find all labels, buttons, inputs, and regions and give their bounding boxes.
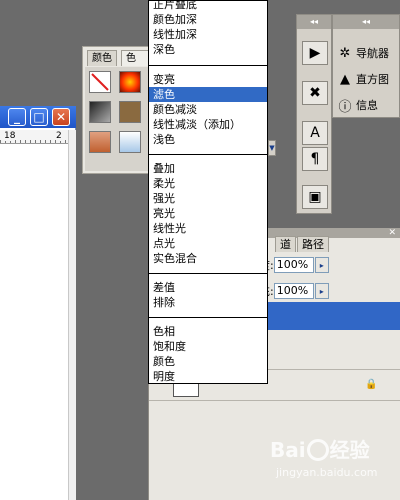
menu-item-pin-light[interactable]: 点光 xyxy=(149,236,267,251)
menu-separator xyxy=(149,273,267,274)
fill-arrow-icon[interactable]: ▸ xyxy=(314,283,329,299)
swatch-item[interactable] xyxy=(89,101,111,123)
document-canvas[interactable] xyxy=(0,145,68,500)
opacity-arrow-icon[interactable]: ▸ xyxy=(314,257,329,273)
menu-item-screen[interactable]: 滤色 xyxy=(149,87,267,102)
menu-item-vivid-light[interactable]: 亮光 xyxy=(149,206,267,221)
paw-icon xyxy=(306,439,329,461)
menu-item-luminosity[interactable]: 明度 xyxy=(149,369,267,384)
opacity-row: 度: 100% ▸ xyxy=(259,256,329,274)
dock-button-layer-comps[interactable]: ▣ xyxy=(302,185,328,209)
fill-row: 充: 100% ▸ xyxy=(259,282,329,300)
menu-item-exclusion[interactable]: 排除 xyxy=(149,295,267,310)
ruler-number: 2 xyxy=(56,131,62,141)
close-icon[interactable]: ✕ xyxy=(388,228,396,238)
restore-button[interactable]: □ xyxy=(30,108,48,126)
menu-item-lighter-color[interactable]: 浅色 xyxy=(149,132,267,147)
ruler-number: 18 xyxy=(4,131,16,141)
text-icon: A xyxy=(310,125,320,141)
no-color-icon xyxy=(91,73,109,91)
panel-dock: ◂◂ ▶ ✖ A ¶ ▣ xyxy=(296,14,332,214)
minimize-button[interactable]: _ xyxy=(8,108,26,126)
menu-item-linear-dodge[interactable]: 线性减淡（添加） xyxy=(149,117,267,132)
nav-item-label: 信息 xyxy=(356,99,378,112)
menu-item-overlay[interactable]: 叠加 xyxy=(149,161,267,176)
nav-item-label: 直方图 xyxy=(356,73,389,86)
menu-item-color-burn[interactable]: 颜色加深 xyxy=(149,12,267,27)
nav-item-info[interactable]: ⓘ 信息 xyxy=(337,93,378,117)
document-window: _ □ ✕ 18 2 xyxy=(0,106,76,500)
swatch-item[interactable] xyxy=(119,71,141,93)
minimize-icon: _ xyxy=(14,110,20,124)
menu-item-linear-burn[interactable]: 线性加深 xyxy=(149,27,267,42)
menu-separator xyxy=(149,65,267,66)
tab-color[interactable]: 颜色 xyxy=(87,50,117,66)
fill-field[interactable]: 100% xyxy=(273,283,314,299)
nav-item-histogram[interactable]: ▲ 直方图 xyxy=(337,67,389,91)
swatch-panel: 颜色 色板 xyxy=(82,46,150,174)
dock-button-actions[interactable]: ▶ xyxy=(302,41,328,65)
restore-icon: □ xyxy=(33,110,45,124)
close-button[interactable]: ✕ xyxy=(52,108,70,126)
menu-item-multiply[interactable]: 正片叠底 xyxy=(149,0,267,12)
tab-channels[interactable]: 道 xyxy=(275,236,296,252)
swatch-item[interactable] xyxy=(119,101,141,123)
dock-button-paragraph[interactable]: ¶ xyxy=(302,147,328,171)
nav-item-navigator[interactable]: ✲ 导航器 xyxy=(337,41,389,65)
menu-item-hue[interactable]: 色相 xyxy=(149,324,267,339)
info-icon: ⓘ xyxy=(338,99,352,115)
opacity-field[interactable]: 100% xyxy=(273,257,314,273)
nav-panel-header[interactable]: ◂◂ xyxy=(333,15,399,29)
baidu-watermark: Bai 经验 xyxy=(270,434,370,463)
menu-separator xyxy=(149,317,267,318)
nav-item-label: 导航器 xyxy=(356,47,389,60)
dock-header[interactable]: ◂◂ xyxy=(297,15,331,29)
navigator-icon: ✲ xyxy=(339,45,351,61)
menu-item-hard-mix[interactable]: 实色混合 xyxy=(149,251,267,266)
menu-item-color-dodge[interactable]: 颜色减淡 xyxy=(149,102,267,117)
close-icon: ✕ xyxy=(55,110,67,124)
document-scrollbar[interactable] xyxy=(68,130,76,500)
tab-swatches[interactable]: 色板 xyxy=(121,50,149,79)
layer-comps-icon: ▣ xyxy=(308,189,322,205)
menu-item-soft-light[interactable]: 柔光 xyxy=(149,176,267,191)
menu-item-lighten[interactable]: 变亮 xyxy=(149,72,267,87)
menu-item-difference[interactable]: 差值 xyxy=(149,280,267,295)
tab-paths[interactable]: 路径 xyxy=(297,236,329,252)
play-icon: ▶ xyxy=(309,45,321,61)
blend-mode-menu: 正片叠底 颜色加深 线性加深 深色 变亮 滤色 颜色减淡 线性减淡（添加） 浅色… xyxy=(148,0,268,384)
swatch-scroll-down-icon[interactable]: ▼ xyxy=(268,140,276,156)
no-color-swatch[interactable] xyxy=(89,71,111,93)
watermark-text-right: 经验 xyxy=(329,438,370,462)
tool-icon: ✖ xyxy=(309,85,321,101)
swatch-item[interactable] xyxy=(89,131,111,153)
menu-item-linear-light[interactable]: 线性光 xyxy=(149,221,267,236)
menu-separator xyxy=(149,154,267,155)
swatch-item[interactable] xyxy=(119,131,141,153)
dock-button-character[interactable]: A xyxy=(302,121,328,145)
watermark-url: jingyan.baidu.com xyxy=(276,466,378,479)
navigator-panel: ◂◂ ✲ 导航器 ▲ 直方图 ⓘ 信息 xyxy=(332,14,400,118)
menu-item-color[interactable]: 颜色 xyxy=(149,354,267,369)
menu-item-darker-color[interactable]: 深色 xyxy=(149,42,267,57)
menu-item-hard-light[interactable]: 强光 xyxy=(149,191,267,206)
histogram-icon: ▲ xyxy=(340,71,350,87)
menu-item-saturation[interactable]: 饱和度 xyxy=(149,339,267,354)
lock-icon: 🔒 xyxy=(365,379,378,390)
paragraph-icon: ¶ xyxy=(310,151,320,167)
dock-button-tool-presets[interactable]: ✖ xyxy=(302,81,328,105)
watermark-text-left: Bai xyxy=(270,438,306,462)
